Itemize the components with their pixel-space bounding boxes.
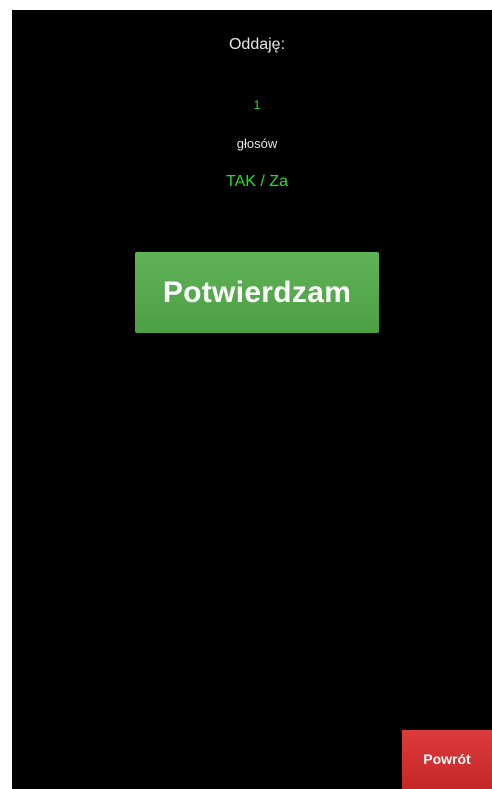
vote-choice: TAK / Za: [226, 173, 288, 190]
vote-count: 1: [253, 98, 261, 112]
confirm-button[interactable]: Potwierdzam: [135, 252, 379, 333]
back-button[interactable]: Powrót: [402, 730, 492, 789]
vote-confirmation-screen: Oddaję: 1 głosów TAK / Za Potwierdzam Po…: [12, 10, 492, 789]
vote-unit-label: głosów: [236, 136, 278, 151]
vote-heading: Oddaję:: [228, 36, 286, 53]
